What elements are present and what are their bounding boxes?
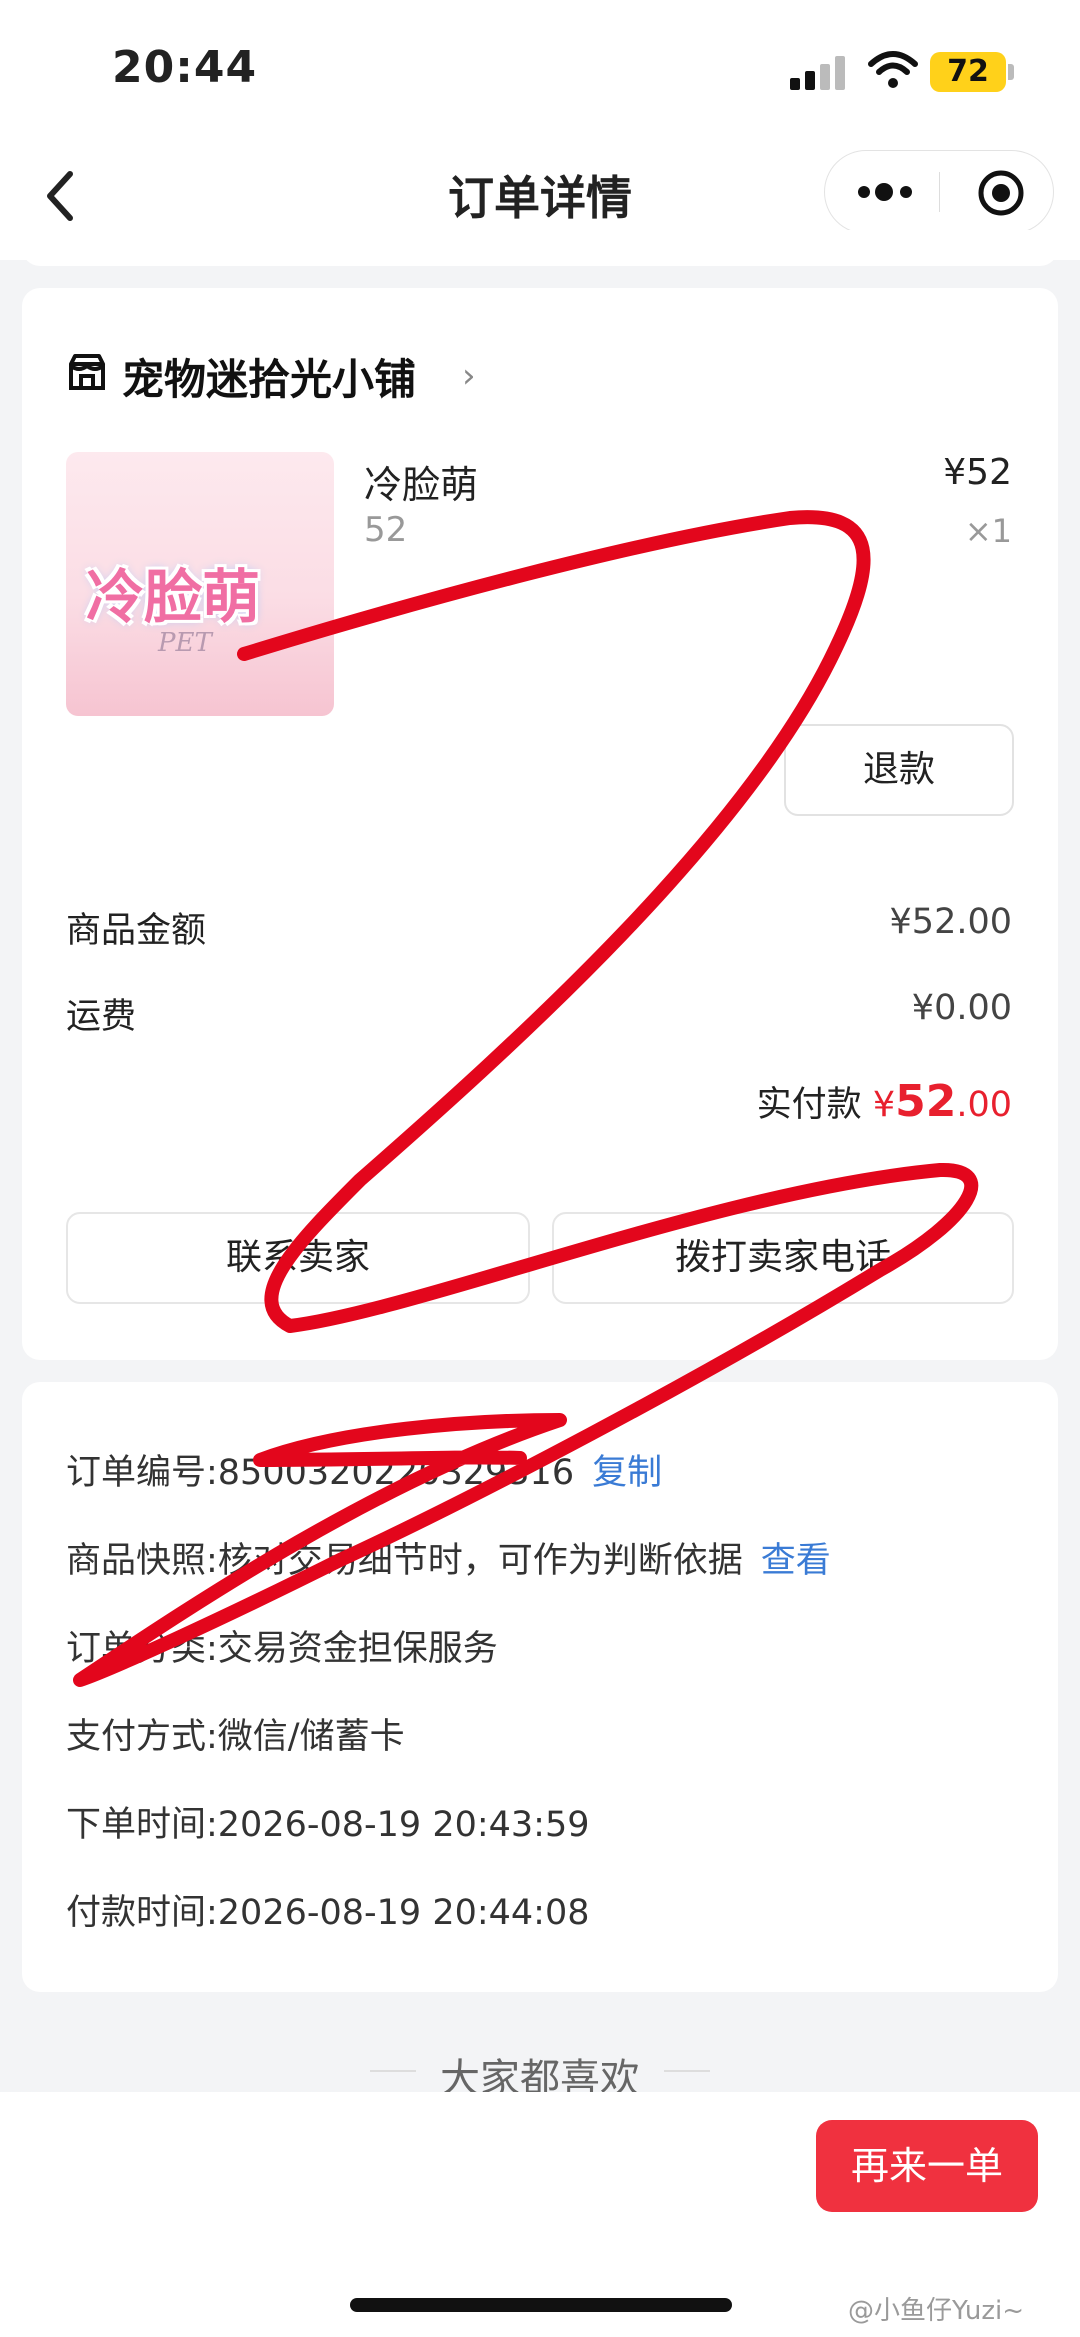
product-image[interactable]: 冷脸萌 PET — [66, 452, 334, 716]
reorder-button[interactable]: 再来一单 — [816, 2120, 1038, 2212]
product-name[interactable]: 冷脸萌 — [364, 454, 478, 509]
close-target-icon[interactable] — [976, 168, 1026, 218]
shop-icon — [69, 354, 105, 390]
shop-name-link[interactable]: 宠物迷拾光小铺 — [122, 346, 416, 407]
battery-tip — [1008, 64, 1014, 80]
payment-time: 付款时间:2026-08-19 20:44:08 — [66, 1893, 590, 1933]
goods-amount-value: ¥52.00 — [889, 902, 1012, 942]
previous-card-edge — [22, 230, 1058, 266]
order-category: 订单分类:交易资金担保服务 — [66, 1629, 498, 1669]
watermark: @小鱼仔Yuzi~ — [848, 2296, 1025, 2326]
wifi-icon — [868, 51, 918, 88]
status-time: 20:44 — [112, 42, 258, 93]
chevron-right-icon[interactable]: › — [462, 356, 476, 396]
order-number: 订单编号:8500320220329316 复制 — [66, 1444, 662, 1495]
snapshot-text: 商品快照:核对交易细节时，可作为判断依据 — [66, 1541, 743, 1581]
shipping-label: 运费 — [66, 997, 137, 1037]
contact-seller-button[interactable]: 联系卖家 — [66, 1212, 530, 1304]
paid-currency: ¥ — [872, 1085, 896, 1125]
home-indicator[interactable] — [350, 2298, 732, 2312]
product-quantity: ×1 — [964, 512, 1012, 550]
refund-button[interactable]: 退款 — [784, 724, 1014, 816]
capsule-divider — [939, 172, 940, 212]
paid-decimal: .00 — [956, 1085, 1012, 1125]
paid-integer: 52 — [895, 1076, 957, 1127]
goods-amount-label: 商品金额 — [66, 911, 207, 951]
order-card — [22, 288, 1058, 1360]
order-time: 下单时间:2026-08-19 20:43:59 — [66, 1805, 590, 1845]
battery-indicator: 72 — [930, 52, 1006, 92]
product-spec: 52 — [364, 510, 408, 550]
call-seller-button[interactable]: 拨打卖家电话 — [552, 1212, 1014, 1304]
view-snapshot-link[interactable]: 查看 — [761, 1541, 831, 1581]
paid-label: 实付款 — [756, 1085, 862, 1125]
product-image-text: 冷脸萌 — [86, 563, 261, 631]
product-image-subtext: PET — [158, 628, 212, 658]
signal-icon — [790, 56, 846, 90]
payment-method: 支付方式:微信/储蓄卡 — [66, 1717, 405, 1757]
paid-total: 实付款 ¥52.00 — [757, 1076, 1012, 1127]
order-number-text: 订单编号:8500320220329316 — [66, 1453, 575, 1493]
copy-link[interactable]: 复制 — [592, 1453, 662, 1493]
product-snapshot: 商品快照:核对交易细节时，可作为判断依据 查看 — [66, 1532, 831, 1583]
more-icon[interactable] — [856, 178, 916, 206]
shipping-value: ¥0.00 — [911, 988, 1012, 1028]
product-price: ¥52 — [943, 452, 1012, 493]
